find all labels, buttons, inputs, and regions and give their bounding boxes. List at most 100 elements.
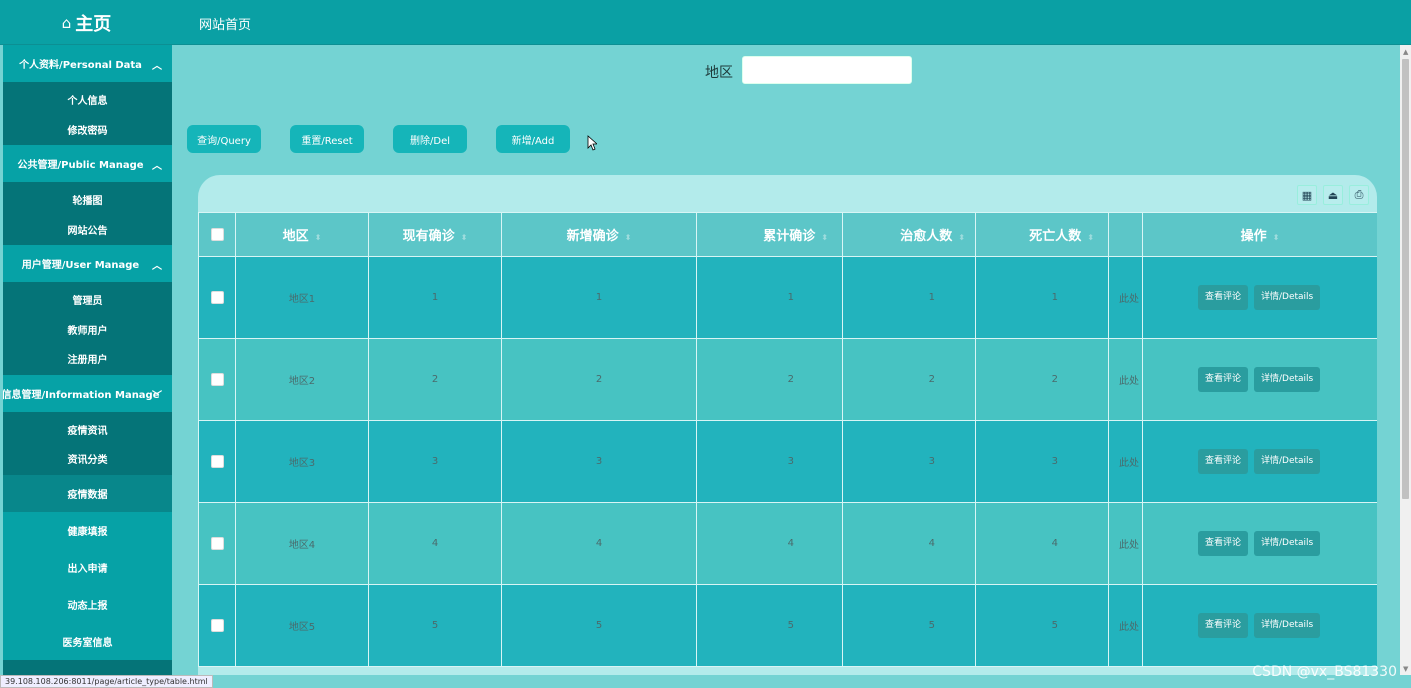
- cell-cured: 4: [842, 502, 976, 585]
- select-all-cell: [198, 212, 236, 257]
- sort-icon: ⬍: [460, 233, 468, 242]
- cell-note: 此处: [1108, 584, 1143, 667]
- chevron-up-icon: ︿: [152, 261, 162, 272]
- sort-icon: ⬍: [624, 233, 632, 242]
- region-search-label: 地区: [705, 65, 733, 81]
- sidebar-item-clinic-info[interactable]: 医务室信息: [3, 622, 172, 660]
- cell-new: 1: [501, 256, 697, 339]
- cell-total: 5: [696, 584, 843, 667]
- cell-actions: 查看评论 详情/Details: [1142, 502, 1377, 585]
- cell-new: 4: [501, 502, 697, 585]
- view-comments-button[interactable]: 查看评论: [1198, 613, 1249, 638]
- sidebar-item-teacher-user[interactable]: 教师用户: [3, 315, 172, 345]
- column-header-cured[interactable]: 治愈人数 ⬍: [842, 212, 976, 257]
- vertical-scrollbar[interactable]: ▲ ▼: [1400, 45, 1411, 675]
- view-comments-button[interactable]: 查看评论: [1198, 285, 1249, 310]
- home-brand[interactable]: ⌂ 主页: [0, 0, 173, 45]
- column-header-note: [1108, 212, 1143, 257]
- add-button[interactable]: 新增/Add: [496, 125, 570, 153]
- cell-actions: 查看评论 详情/Details: [1142, 256, 1377, 339]
- query-button[interactable]: 查询/Query: [187, 125, 261, 153]
- table-row: 地区3 3 3 3 3 3 此处 查看评论 详情/Details: [198, 420, 1377, 503]
- sidebar-group-user-manage[interactable]: 用户管理/User Manage ︿: [3, 245, 172, 282]
- sidebar-group-information-manage[interactable]: 信息管理/Information Manage ﹀: [3, 374, 172, 412]
- table-header-row: 地区 ⬍ 现有确诊 ⬍ 新增确诊 ⬍ 累计确诊 ⬍ 治愈人数 ⬍ 死亡人数 ⬍ 操作 ⬍: [198, 212, 1377, 257]
- row-checkbox[interactable]: [210, 619, 224, 632]
- row-checkbox[interactable]: [210, 455, 224, 468]
- details-button[interactable]: 详情/Details: [1254, 449, 1321, 474]
- region-search-input[interactable]: [742, 56, 912, 84]
- cell-actions: 查看评论 详情/Details: [1142, 584, 1377, 667]
- details-button[interactable]: 详情/Details: [1254, 613, 1321, 638]
- table-row: 地区2 2 2 2 2 2 此处 查看评论 详情/Details: [198, 338, 1377, 421]
- sidebar-item-announcement[interactable]: 网站公告: [3, 215, 172, 245]
- view-comments-button[interactable]: 查看评论: [1198, 531, 1249, 556]
- details-button[interactable]: 详情/Details: [1254, 285, 1321, 310]
- column-header-region[interactable]: 地区 ⬍: [235, 212, 369, 257]
- cell-current: 2: [368, 338, 502, 421]
- export-icon[interactable]: ⏏: [1323, 185, 1343, 205]
- cell-cured: 2: [842, 338, 976, 421]
- cell-deaths: 5: [975, 584, 1109, 667]
- status-url: 39.108.108.206:8011/page/article_type/ta…: [0, 675, 213, 688]
- cell-total: 3: [696, 420, 843, 503]
- delete-button[interactable]: 删除/Del: [393, 125, 467, 153]
- sidebar-item-personal-info[interactable]: 个人信息: [3, 85, 172, 115]
- reset-button[interactable]: 重置/Reset: [290, 125, 364, 153]
- sidebar-item-carousel[interactable]: 轮播图: [3, 185, 172, 215]
- details-button[interactable]: 详情/Details: [1254, 531, 1321, 556]
- cell-note: 此处: [1108, 420, 1143, 503]
- sidebar-item-access-request[interactable]: 出入申请: [3, 548, 172, 586]
- table-panel: ▦ ⏏ ⎙ 地区 ⬍ 现有确诊 ⬍ 新增确诊 ⬍ 累计确诊 ⬍ 治愈人数 ⬍ 死亡人数 ⬍ …: [198, 175, 1377, 675]
- print-icon[interactable]: ⎙: [1349, 185, 1369, 205]
- cell-current: 4: [368, 502, 502, 585]
- row-checkbox[interactable]: [210, 537, 224, 550]
- sidebar-group-public-manage[interactable]: 公共管理/Public Manage ︿: [3, 145, 172, 182]
- scrollbar-thumb[interactable]: [1402, 59, 1409, 499]
- sidebar-item-admin[interactable]: 管理员: [3, 285, 172, 315]
- columns-icon[interactable]: ▦: [1297, 185, 1317, 205]
- cell-cured: 3: [842, 420, 976, 503]
- sidebar-item-epidemic-news[interactable]: 疫情资讯: [3, 415, 172, 445]
- chevron-up-icon: ︿: [152, 161, 162, 172]
- view-comments-button[interactable]: 查看评论: [1198, 367, 1249, 392]
- row-checkbox[interactable]: [210, 291, 224, 304]
- sort-icon: ⬍: [958, 233, 965, 242]
- table-row: 地区1 1 1 1 1 1 此处 查看评论 详情/Details: [198, 256, 1377, 339]
- sidebar-item-health-report[interactable]: 健康填报: [3, 511, 172, 549]
- sidebar-item-news-category[interactable]: 资讯分类: [3, 444, 172, 474]
- cell-cured: 5: [842, 584, 976, 667]
- sort-icon: ⬍: [821, 233, 828, 242]
- cell-current: 3: [368, 420, 502, 503]
- scroll-down-icon[interactable]: ▼: [1403, 665, 1408, 673]
- select-all-checkbox[interactable]: [210, 228, 224, 241]
- cell-new: 2: [501, 338, 697, 421]
- column-header-deaths[interactable]: 死亡人数 ⬍: [975, 212, 1109, 257]
- column-header-new[interactable]: 新增确诊 ⬍: [501, 212, 697, 257]
- top-bar: ⌂ 主页 网站首页: [0, 0, 1411, 45]
- cell-actions: 查看评论 详情/Details: [1142, 338, 1377, 421]
- sidebar-item-registered-user[interactable]: 注册用户: [3, 344, 172, 374]
- view-comments-button[interactable]: 查看评论: [1198, 449, 1249, 474]
- home-title: 主页: [75, 13, 112, 35]
- column-header-current[interactable]: 现有确诊 ⬍: [368, 212, 502, 257]
- cell-note: 此处: [1108, 338, 1143, 421]
- site-home-link[interactable]: 网站首页: [199, 14, 251, 33]
- table-toolbar: ▦ ⏏ ⎙: [1297, 185, 1369, 205]
- sort-icon: ⬍: [314, 233, 322, 242]
- cell-deaths: 2: [975, 338, 1109, 421]
- sidebar-item-status-report[interactable]: 动态上报: [3, 585, 172, 623]
- cell-region: 地区2: [235, 338, 369, 421]
- row-checkbox[interactable]: [210, 373, 224, 386]
- column-header-total[interactable]: 累计确诊 ⬍: [696, 212, 843, 257]
- details-button[interactable]: 详情/Details: [1254, 367, 1321, 392]
- cell-deaths: 4: [975, 502, 1109, 585]
- sidebar: 个人资料/Personal Data ︿ 个人信息 修改密码 公共管理/Publi…: [3, 45, 172, 675]
- scroll-up-icon[interactable]: ▲: [1403, 48, 1408, 56]
- sidebar-group-personal-data[interactable]: 个人资料/Personal Data ︿: [3, 45, 172, 82]
- sidebar-item-change-password[interactable]: 修改密码: [3, 115, 172, 145]
- data-table: 地区 ⬍ 现有确诊 ⬍ 新增确诊 ⬍ 累计确诊 ⬍ 治愈人数 ⬍ 死亡人数 ⬍ 操作 ⬍ 地区…: [198, 212, 1377, 667]
- sidebar-item-epidemic-data[interactable]: 疫情数据: [3, 474, 172, 512]
- cell-region: 地区1: [235, 256, 369, 339]
- cell-current: 1: [368, 256, 502, 339]
